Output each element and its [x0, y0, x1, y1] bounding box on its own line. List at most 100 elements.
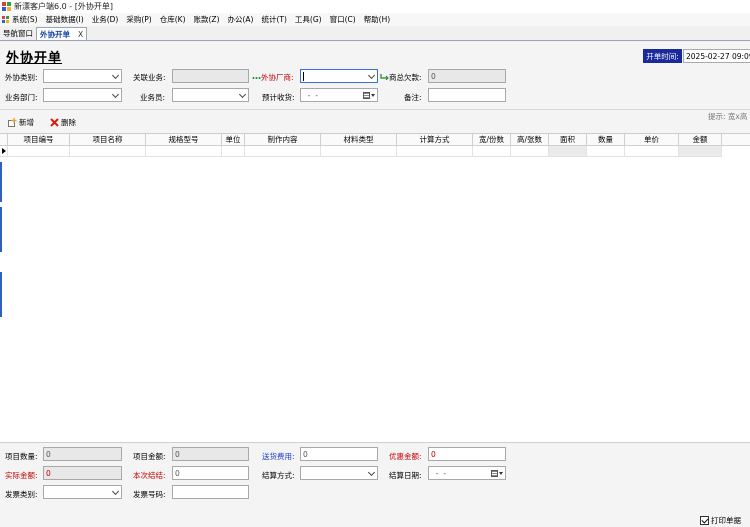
expected-receipt-value: - - [303, 90, 318, 100]
current-row-pointer-icon [2, 148, 6, 154]
title-bar: 新漂客户端6.0 - [外协开单] [0, 0, 750, 13]
grid-col-item-name[interactable]: 项目名称 [70, 134, 146, 146]
chevron-down-icon[interactable] [240, 92, 246, 98]
menu-help[interactable]: 帮助(H) [364, 14, 391, 25]
delete-button[interactable]: 删除 [50, 117, 76, 128]
salesperson-select[interactable] [172, 88, 249, 102]
this-settle-field[interactable]: 0 [172, 466, 249, 480]
tab-outsource-order-label: 外协开单 [40, 29, 70, 39]
grid-col-amount[interactable]: 金额 [679, 134, 722, 146]
remark-label: 备注: [404, 93, 422, 102]
delivery-fee-field[interactable]: 0 [300, 447, 378, 461]
item-amount-field[interactable]: 0 [172, 447, 249, 461]
invoice-type-label: 发票类别: [5, 490, 38, 499]
calendar-icon[interactable] [363, 91, 375, 100]
settle-date-field[interactable]: - - [428, 466, 506, 480]
grid-col-height[interactable]: 高/张数 [511, 134, 549, 146]
print-receipt-checkbox[interactable]: 打印单据 [700, 515, 741, 526]
invoice-no-field[interactable] [172, 485, 249, 499]
grid-col-width[interactable]: 宽/份数 [473, 134, 511, 146]
settle-method-select[interactable] [300, 466, 378, 480]
main-panel: 外协开单 开单时间: 2025-02-27 09:09 外协类别: 关联业务: … [0, 42, 750, 527]
grid-col-content[interactable]: 制作内容 [245, 134, 321, 146]
menu-purchase[interactable]: 采购(P) [126, 14, 151, 25]
discount-label: 优惠金额: [389, 452, 422, 461]
grid-col-calc-method[interactable]: 计算方式 [397, 134, 473, 146]
hint-text: 提示: 宽x高 [708, 112, 748, 121]
app-logo-icon [2, 2, 11, 11]
checkbox-checked-icon[interactable] [700, 516, 709, 525]
menu-system[interactable]: 系统(S) [2, 14, 38, 25]
menu-office[interactable]: 办公(A) [228, 14, 254, 25]
menu-business[interactable]: 业务(D) [92, 14, 119, 25]
item-count-field[interactable]: 0 [43, 447, 122, 461]
add-icon [8, 118, 17, 127]
actual-amount-label: 实际金额: [5, 471, 38, 480]
related-business-label: 关联业务: [133, 73, 166, 82]
invoice-type-select[interactable] [43, 485, 122, 499]
delivery-fee-label: 送货费用: [262, 452, 295, 461]
link-green-icon [252, 74, 261, 80]
menu-basic-data[interactable]: 基础数据(I) [46, 14, 84, 25]
settle-date-value: - - [431, 468, 446, 478]
open-time-label: 开单时间: [643, 49, 682, 63]
menu-warehouse[interactable]: 仓库(K) [160, 14, 186, 25]
settle-date-label: 结算日期: [389, 471, 422, 480]
delete-x-icon [50, 118, 59, 127]
tab-navigation[interactable]: 导航窗口 [0, 27, 36, 40]
this-settle-label: 本次结结: [133, 471, 166, 480]
salesperson-label: 业务员: [140, 93, 166, 102]
menu-accounts[interactable]: 账款(Z) [194, 14, 220, 25]
splitter-mark [0, 272, 2, 317]
item-count-label: 项目数量: [5, 452, 38, 461]
tab-close-icon[interactable]: X [78, 30, 83, 39]
chevron-down-icon[interactable] [369, 470, 375, 476]
menu-window[interactable]: 窗口(C) [330, 14, 356, 25]
grid-col-spec[interactable]: 规格型号 [146, 134, 222, 146]
chevron-down-icon[interactable] [113, 73, 119, 79]
expected-receipt-date[interactable]: - - [300, 88, 378, 102]
add-button-label: 新增 [19, 118, 34, 127]
department-label: 业务部门: [5, 93, 38, 102]
items-grid[interactable]: 项目编号 项目名称 规格型号 单位 制作内容 材料类型 计算方式 宽/份数 高/… [0, 133, 750, 442]
discount-field[interactable]: 0 [428, 447, 506, 461]
footer-summary: 项目数量: 0 项目金额: 0 送货费用: 0 优惠金额: 0 实际金额: 0 … [0, 442, 750, 527]
actual-amount-field[interactable]: 0 [43, 466, 122, 480]
grid-col-item-code[interactable]: 项目编号 [8, 134, 70, 146]
chevron-down-icon[interactable] [369, 73, 375, 79]
menu-tools[interactable]: 工具(G) [295, 14, 322, 25]
grid-header: 项目编号 项目名称 规格型号 单位 制作内容 材料类型 计算方式 宽/份数 高/… [0, 134, 750, 146]
window-title: 新漂客户端6.0 - [外协开单] [14, 2, 113, 11]
grid-header-filler [722, 134, 750, 146]
print-receipt-label: 打印单据 [711, 516, 741, 525]
page-title: 外协开单 [6, 51, 63, 66]
invoice-no-label: 发票号码: [133, 490, 166, 499]
toolbar-divider [0, 109, 750, 110]
chevron-down-icon[interactable] [113, 489, 119, 495]
calendar-icon[interactable] [491, 469, 503, 478]
grid-col-material[interactable]: 材料类型 [321, 134, 397, 146]
tab-outsource-order[interactable]: 外协开单 X [36, 27, 88, 40]
vendor-debt-field[interactable]: 0 [428, 69, 506, 83]
menu-statistics[interactable]: 统计(T) [261, 14, 286, 25]
add-button[interactable]: 新增 [8, 117, 34, 128]
vendor-select[interactable] [300, 69, 378, 83]
outsource-type-select[interactable] [43, 69, 122, 83]
related-business-field[interactable] [172, 69, 249, 83]
menu-bar: 系统(S) 基础数据(I) 业务(D) 采购(P) 仓库(K) 账款(Z) 办公… [0, 13, 750, 26]
remark-field[interactable] [428, 88, 506, 102]
grid-col-unit-price[interactable]: 单价 [625, 134, 679, 146]
vendor-debt-label: 商总欠款: [389, 73, 422, 82]
splitter-mark [0, 207, 2, 252]
grid-col-unit[interactable]: 单位 [222, 134, 245, 146]
grid-col-area[interactable]: 面积 [549, 134, 587, 146]
open-time-field[interactable]: 2025-02-27 09:09 [683, 49, 750, 63]
expected-receipt-label: 预计收货: [262, 93, 295, 102]
table-row[interactable] [0, 146, 722, 157]
department-select[interactable] [43, 88, 122, 102]
chevron-down-icon[interactable] [113, 92, 119, 98]
grid-col-quantity[interactable]: 数量 [587, 134, 625, 146]
system-menu-icon [2, 15, 10, 24]
item-amount-label: 项目金额: [133, 452, 166, 461]
grid-header-indicator [0, 134, 8, 146]
